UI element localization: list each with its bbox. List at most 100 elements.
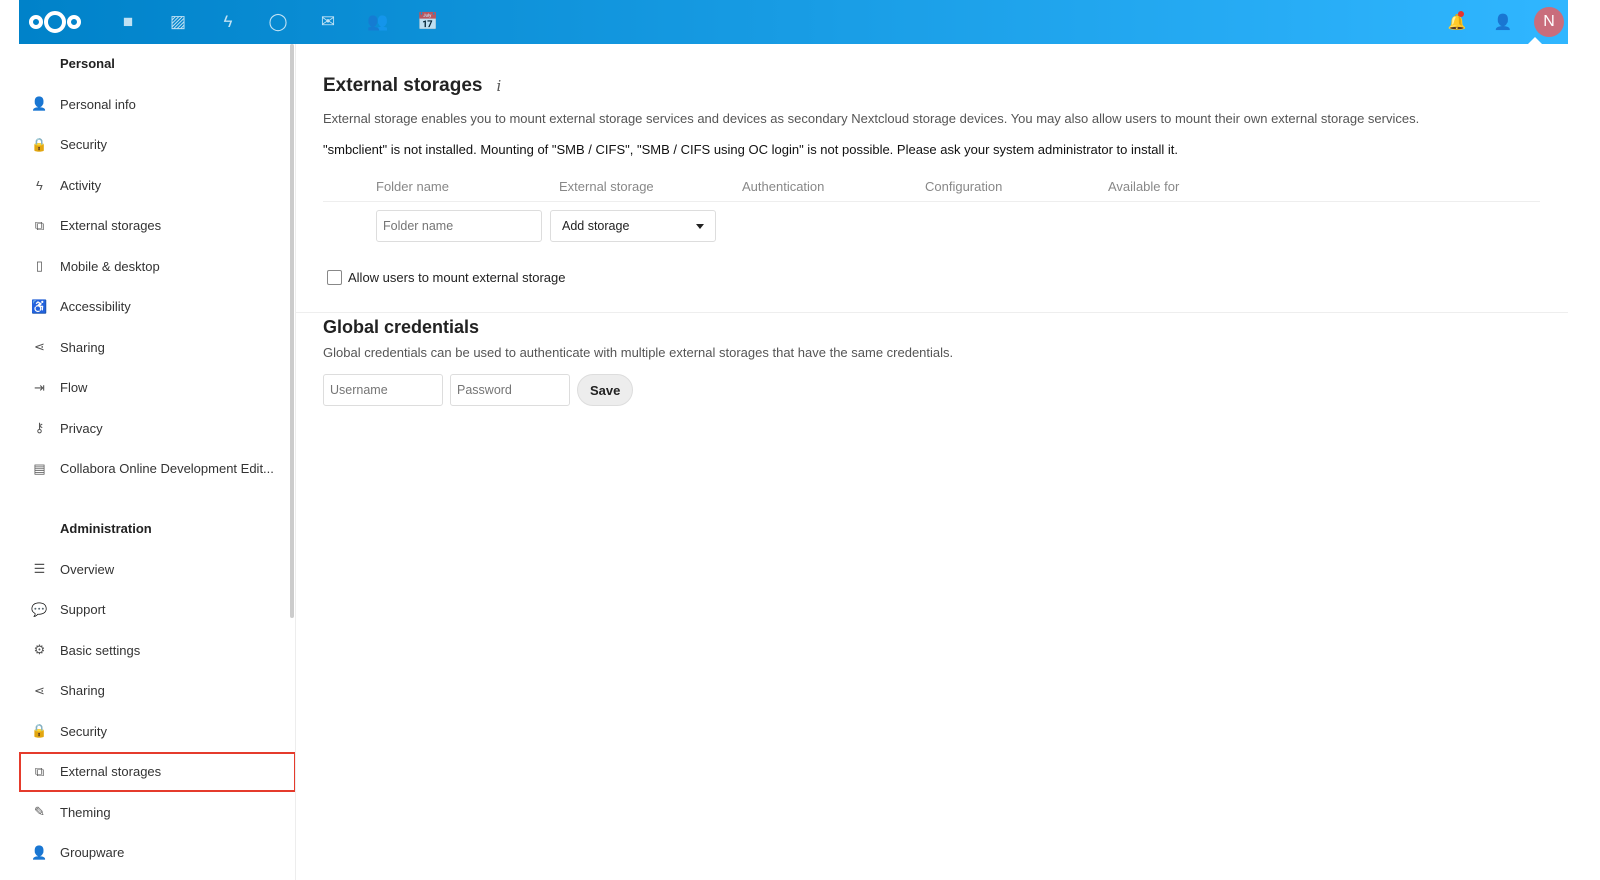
image-icon: ▨: [169, 12, 187, 31]
dropdown-arrow-icon: [696, 223, 704, 229]
sidebar-item-label: External storages: [60, 764, 162, 780]
sidebar-item-groupware[interactable]: 👤 Groupware: [19, 833, 295, 874]
lock-icon: 🔒: [31, 723, 48, 739]
sidebar-item-accessibility[interactable]: ♿ Accessibility: [19, 287, 295, 328]
save-button[interactable]: Save: [577, 374, 634, 406]
sidebar-item-security[interactable]: 🔒 Security: [19, 711, 295, 752]
table-header: Folder name External storage Authenticat…: [323, 179, 1540, 202]
app-mail[interactable]: ✉: [303, 0, 353, 44]
sidebar-item-label: Privacy: [60, 420, 103, 436]
sidebar-item-personal-info[interactable]: 👤 Personal info: [19, 84, 295, 125]
smbclient-warning: "smbclient" is not installed. Mounting o…: [323, 142, 1178, 157]
sidebar-scrollbar[interactable]: [290, 44, 294, 618]
sidebar-item-support[interactable]: 💬 Support: [19, 590, 295, 631]
add-storage-select[interactable]: Add storage: [550, 210, 716, 242]
personal-heading: Personal: [60, 56, 115, 71]
list-icon: ☰: [33, 561, 46, 577]
flow-icon: ⇥: [34, 379, 45, 395]
section-divider: [295, 312, 1568, 313]
groupware-icon: 👤: [31, 844, 48, 860]
sidebar-item-external-storages[interactable]: ⧉ External storages: [19, 751, 295, 792]
avatar[interactable]: N: [1534, 7, 1564, 37]
calendar-icon: 📅: [417, 12, 439, 31]
sidebar-item-overview[interactable]: ☰ Overview: [19, 549, 295, 590]
search-circle-icon: ◯: [268, 12, 288, 31]
sidebar-item-label: Support: [60, 602, 106, 618]
sidebar-item-flow[interactable]: ⇥ Flow: [19, 368, 295, 409]
external-link-icon: ⧉: [34, 217, 45, 233]
sidebar-item-security[interactable]: 🔒 Security: [19, 125, 295, 166]
credentials-title: Global credentials: [323, 317, 480, 337]
settings-sidebar: Personal 👤 Personal info 🔒 Security ϟ Activit…: [19, 44, 296, 880]
lightning-icon: ϟ: [223, 12, 233, 31]
sidebar-item-label: Overview: [60, 561, 115, 577]
sidebar-item-label: Security: [60, 723, 107, 739]
gear-icon: ⚙: [33, 642, 46, 658]
sidebar-item-external-storages[interactable]: ⧉ External storages: [19, 206, 295, 247]
sidebar-item-label: Sharing: [60, 339, 105, 355]
administration-heading: Administration: [60, 521, 152, 536]
col-authentication: Authentication: [742, 179, 825, 194]
credentials-description: Global credentials can be used to authen…: [323, 345, 954, 360]
accessibility-icon: ♿: [31, 298, 48, 314]
app-contacts[interactable]: 👥: [353, 0, 403, 44]
app-calendar[interactable]: 📅: [403, 0, 453, 44]
sidebar-item-label: Theming: [60, 804, 111, 820]
sidebar-item-basic-settings[interactable]: ⚙ Basic settings: [19, 630, 295, 671]
info-icon[interactable]: i: [496, 77, 501, 95]
speech-bubble-icon: 💬: [31, 601, 48, 617]
username-input[interactable]: [323, 374, 443, 406]
top-bar: ■ ▨ ϟ ◯ ✉ 👥 📅 🔔 👤 N: [19, 0, 1568, 44]
allow-users-checkbox[interactable]: [327, 270, 342, 285]
app-photos[interactable]: ▨: [153, 0, 203, 44]
external-link-icon: ⧉: [34, 763, 45, 779]
key-icon: ⚷: [34, 420, 45, 436]
main-content: External storages i External storage enab…: [295, 44, 1568, 406]
page-title: External storages: [323, 75, 483, 96]
sidebar-item-label: Accessibility: [60, 299, 131, 315]
app-activity[interactable]: ϟ: [203, 0, 253, 44]
phone-icon: ▯: [35, 258, 44, 274]
col-configuration: Configuration: [925, 179, 1003, 194]
sidebar-item-activity[interactable]: ϟ Activity: [19, 165, 295, 206]
sidebar-item-sharing[interactable]: ⋖ Sharing: [19, 671, 295, 712]
sidebar-item-label: Activity: [60, 177, 102, 193]
col-folder-name: Folder name: [376, 179, 449, 194]
col-external-storage: External storage: [559, 179, 654, 194]
lightning-icon: ϟ: [36, 177, 43, 193]
sidebar-item-label: Collabora Online Development Edit...: [60, 461, 274, 477]
sidebar-item-theming[interactable]: ✎ Theming: [19, 792, 295, 833]
contacts-menu-icon[interactable]: 👤: [1480, 13, 1526, 31]
sidebar-item-label: Personal info: [60, 96, 136, 112]
share-icon: ⋖: [34, 682, 45, 698]
sidebar-item-mobile-desktop[interactable]: ▯ Mobile & desktop: [19, 246, 295, 287]
document-icon: ▤: [33, 460, 46, 476]
allow-users-label[interactable]: Allow users to mount external storage: [348, 270, 566, 285]
sidebar-item-label: External storages: [60, 218, 162, 234]
sidebar-item-label: Mobile & desktop: [60, 258, 160, 274]
sidebar-item-label: Sharing: [60, 683, 105, 699]
bell-icon[interactable]: 🔔: [1434, 11, 1480, 31]
folder-icon: ■: [122, 12, 134, 31]
add-storage-label: Add storage: [562, 219, 630, 233]
contacts-icon: 👥: [367, 12, 389, 31]
brush-icon: ✎: [34, 804, 45, 820]
password-input[interactable]: [450, 374, 570, 406]
sidebar-item-label: Flow: [60, 380, 88, 396]
col-available-for: Available for: [1108, 179, 1180, 194]
folder-name-input[interactable]: [376, 210, 542, 242]
app-talk[interactable]: ◯: [253, 0, 303, 44]
description: External storage enables you to mount ex…: [323, 111, 1420, 126]
sidebar-item-collabora-online-development-edit[interactable]: ▤ Collabora Online Development Edit...: [19, 449, 295, 490]
sidebar-item-label: Security: [60, 137, 107, 153]
sidebar-item-label: Groupware: [60, 845, 125, 861]
app-files[interactable]: ■: [103, 0, 153, 44]
person-icon: 👤: [31, 96, 48, 112]
sidebar-item-privacy[interactable]: ⚷ Privacy: [19, 408, 295, 449]
mail-icon: ✉: [320, 12, 336, 31]
nextcloud-logo[interactable]: [29, 10, 89, 34]
sidebar-item-label: Basic settings: [60, 642, 141, 658]
sidebar-item-sharing[interactable]: ⋖ Sharing: [19, 327, 295, 368]
share-icon: ⋖: [34, 339, 45, 355]
lock-icon: 🔒: [31, 136, 48, 152]
